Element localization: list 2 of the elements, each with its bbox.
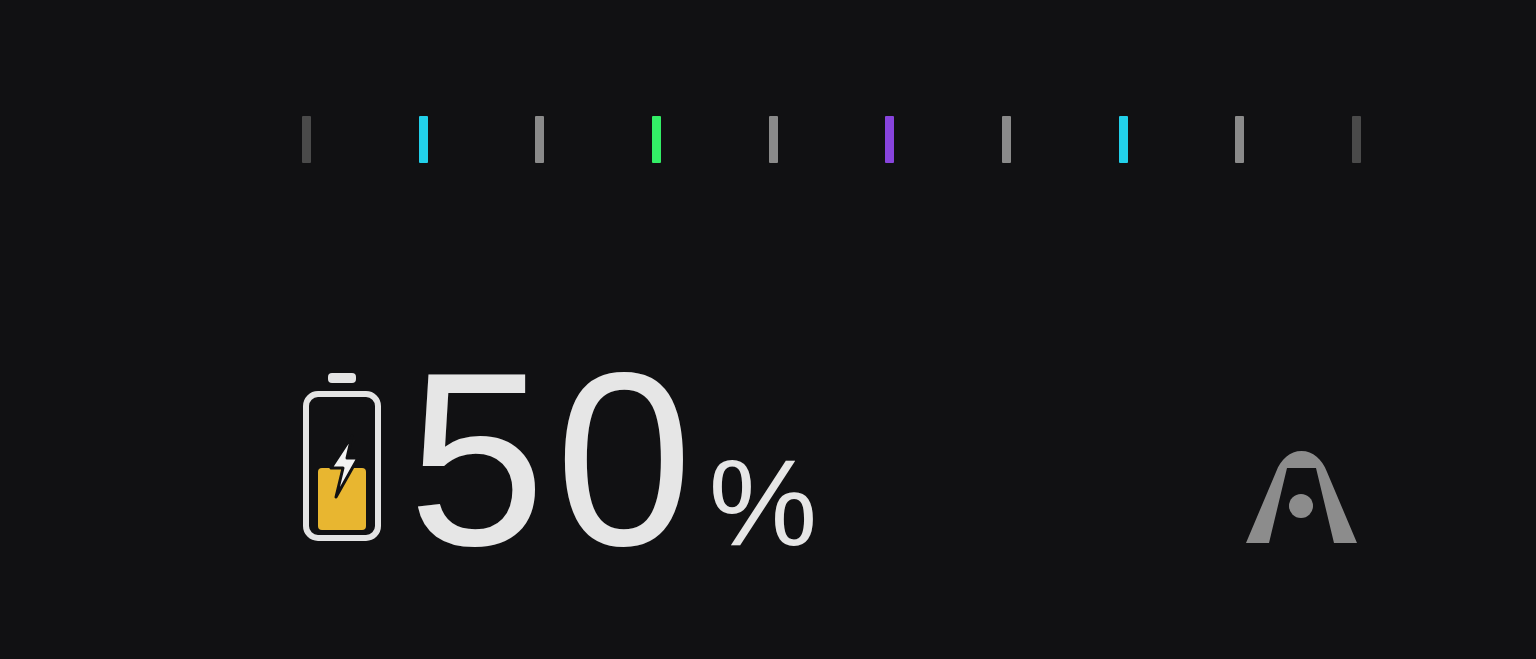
battery-percent-value: 50: [408, 336, 703, 583]
percent-unit: %: [708, 442, 818, 564]
